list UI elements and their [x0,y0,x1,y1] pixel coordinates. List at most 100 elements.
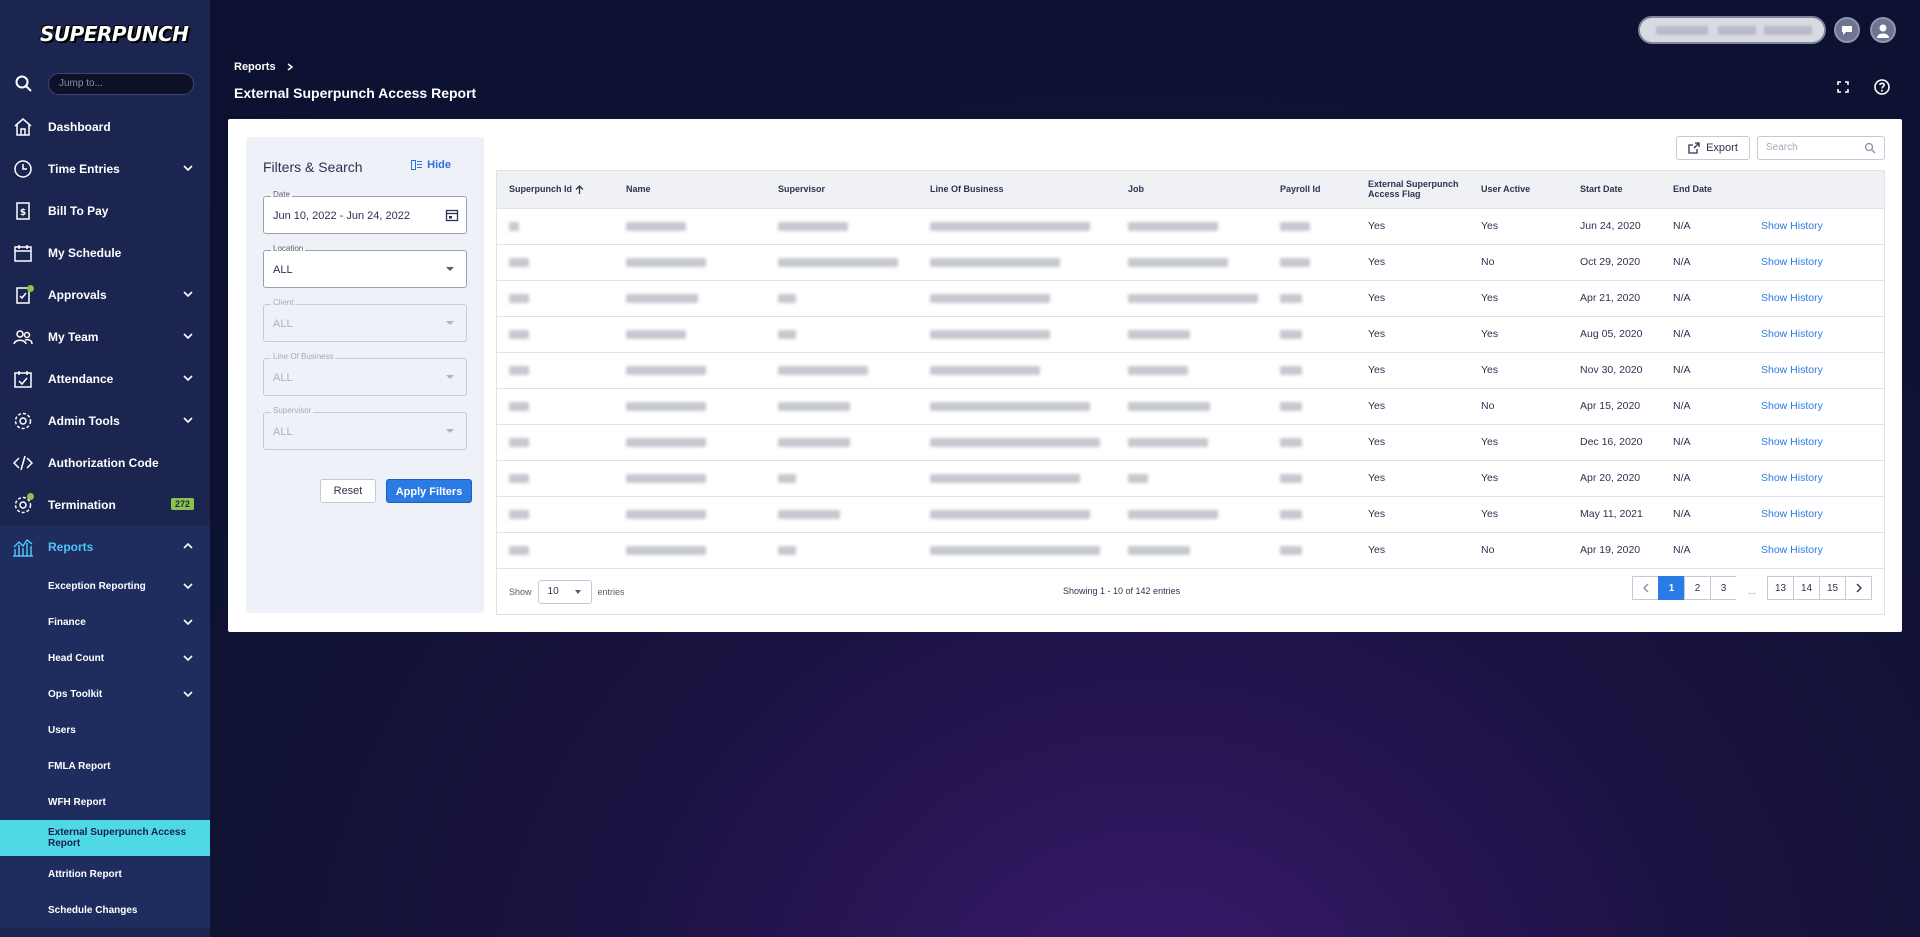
reset-button[interactable]: Reset [320,479,376,503]
redacted-cell [497,532,614,569]
export-button[interactable]: Export [1676,136,1750,160]
sidebar-item-my-team[interactable]: My Team [0,316,210,358]
show-history-link[interactable]: Show History [1749,532,1884,569]
show-history-link[interactable]: Show History [1749,496,1884,533]
jump-input[interactable]: Jump to... [48,73,194,95]
sidebar-item-attendance[interactable]: Attendance [0,358,210,400]
redacted-cell [918,244,1116,281]
sidebar-item-reports[interactable]: Reports [0,526,210,568]
redacted-cell [766,460,918,497]
nav-menu: Dashboard Time Entries $ Bill To Pay My … [0,106,210,928]
page-button-14[interactable]: 14 [1793,576,1820,600]
user-active-cell: No [1469,532,1568,569]
column-header-job[interactable]: Job [1116,171,1268,209]
page-size-select[interactable]: 10 [537,580,592,604]
column-header-user-active[interactable]: User Active [1469,171,1568,209]
table-row: Yes Yes Aug 05, 2020 N/A Show History [497,316,1884,353]
sidebar-subitem-attrition-report[interactable]: Attrition Report [0,856,210,892]
apply-filters-button[interactable]: Apply Filters [386,479,472,503]
column-header-end-date[interactable]: End Date [1661,171,1749,209]
table-row: Yes Yes Jun 24, 2020 N/A Show History [497,208,1884,245]
page-button-13[interactable]: 13 [1767,576,1794,600]
client-select[interactable]: Client ALL [263,298,467,342]
breadcrumb-reports[interactable]: Reports [234,61,276,73]
column-header-start-date[interactable]: Start Date [1568,171,1661,209]
sidebar-subitem-schedule-changes[interactable]: Schedule Changes [0,892,210,928]
column-header-name[interactable]: Name [614,171,766,209]
table-search-input[interactable]: Search [1757,136,1885,160]
next-page-button[interactable] [1845,576,1872,600]
calendar-icon[interactable] [445,208,459,222]
chat-button[interactable] [1834,17,1860,43]
date-range-field[interactable]: Date Jun 10, 2022 - Jun 24, 2022 [263,190,467,234]
redacted-cell [614,352,766,389]
sidebar-item-my-schedule[interactable]: My Schedule [0,232,210,274]
redacted-cell [614,532,766,569]
location-select[interactable]: Location ALL [263,244,467,288]
sidebar-item-approvals[interactable]: Approvals [0,274,210,316]
notification-dot [27,285,34,292]
sidebar-subitem-finance[interactable]: Finance [0,604,210,640]
user-active-cell: Yes [1469,316,1568,353]
caret-down-icon [574,590,581,594]
previous-page-button[interactable] [1632,576,1659,600]
column-header-line-of-business[interactable]: Line Of Business [918,171,1116,209]
chevron-up-icon [183,542,193,549]
sidebar-item-bill-to-pay[interactable]: $ Bill To Pay [0,190,210,232]
page-button-1[interactable]: 1 [1658,576,1685,600]
table-row: Yes Yes May 11, 2021 N/A Show History [497,496,1884,533]
show-history-link[interactable]: Show History [1749,208,1884,245]
sidebar-subitem-external-superpunch-access-report[interactable]: External Superpunch Access Report [0,820,210,856]
home-icon [12,116,34,138]
page-button-3[interactable]: 3 [1710,576,1737,600]
sidebar-subitem-fmla-report[interactable]: FMLA Report [0,748,210,784]
help-icon[interactable] [1873,78,1891,96]
redacted-cell [1268,460,1356,497]
line-of-business-select[interactable]: Line Of Business ALL [263,352,467,396]
redacted-cell [1268,352,1356,389]
app-logo[interactable]: SUPERPUNCH [40,12,202,46]
chevron-down-icon [183,165,193,172]
avatar[interactable] [1870,17,1896,43]
show-history-link[interactable]: Show History [1749,460,1884,497]
redacted-cell [1116,532,1268,569]
sidebar-item-dashboard[interactable]: Dashboard [0,106,210,148]
sidebar-subitem-exception-reporting[interactable]: Exception Reporting [0,568,210,604]
redacted-cell [1268,244,1356,281]
page-button-15[interactable]: 15 [1819,576,1846,600]
sidebar-subitem-ops-toolkit[interactable]: Ops Toolkit [0,676,210,712]
start-date-cell: Jun 24, 2020 [1568,208,1661,245]
column-header-external-access-flag[interactable]: External Superpunch Access Flag [1356,171,1469,209]
table-row: Yes Yes Apr 21, 2020 N/A Show History [497,280,1884,317]
sidebar-subitem-head-count[interactable]: Head Count [0,640,210,676]
redacted-cell [1116,388,1268,425]
redacted-cell [1116,316,1268,353]
show-history-link[interactable]: Show History [1749,244,1884,281]
sidebar-subitem-users[interactable]: Users [0,712,210,748]
sidebar-item-termination[interactable]: Termination 272 [0,484,210,526]
supervisor-select[interactable]: Supervisor ALL [263,406,467,450]
redacted-cell [1116,460,1268,497]
show-history-link[interactable]: Show History [1749,424,1884,461]
redacted-cell [1268,316,1356,353]
fullscreen-icon[interactable] [1834,78,1852,96]
sidebar-item-time-entries[interactable]: Time Entries [0,148,210,190]
redacted-text [1718,26,1756,35]
column-header-payroll-id[interactable]: Payroll Id [1268,171,1356,209]
start-date-cell: Apr 15, 2020 [1568,388,1661,425]
column-header-superpunch-id[interactable]: Superpunch Id [497,171,614,209]
show-history-link[interactable]: Show History [1749,280,1884,317]
redacted-cell [1268,424,1356,461]
page-button-2[interactable]: 2 [1684,576,1711,600]
show-history-link[interactable]: Show History [1749,388,1884,425]
table-row: Yes Yes Dec 16, 2020 N/A Show History [497,424,1884,461]
sidebar-item-admin-tools[interactable]: Admin Tools [0,400,210,442]
redacted-cell [614,280,766,317]
user-info-pill[interactable] [1638,16,1826,44]
show-history-link[interactable]: Show History [1749,352,1884,389]
sidebar-subitem-wfh-report[interactable]: WFH Report [0,784,210,820]
show-history-link[interactable]: Show History [1749,316,1884,353]
column-header-supervisor[interactable]: Supervisor [766,171,918,209]
sidebar-item-authorization-code[interactable]: Authorization Code [0,442,210,484]
hide-filters-button[interactable]: Hide [411,159,451,171]
